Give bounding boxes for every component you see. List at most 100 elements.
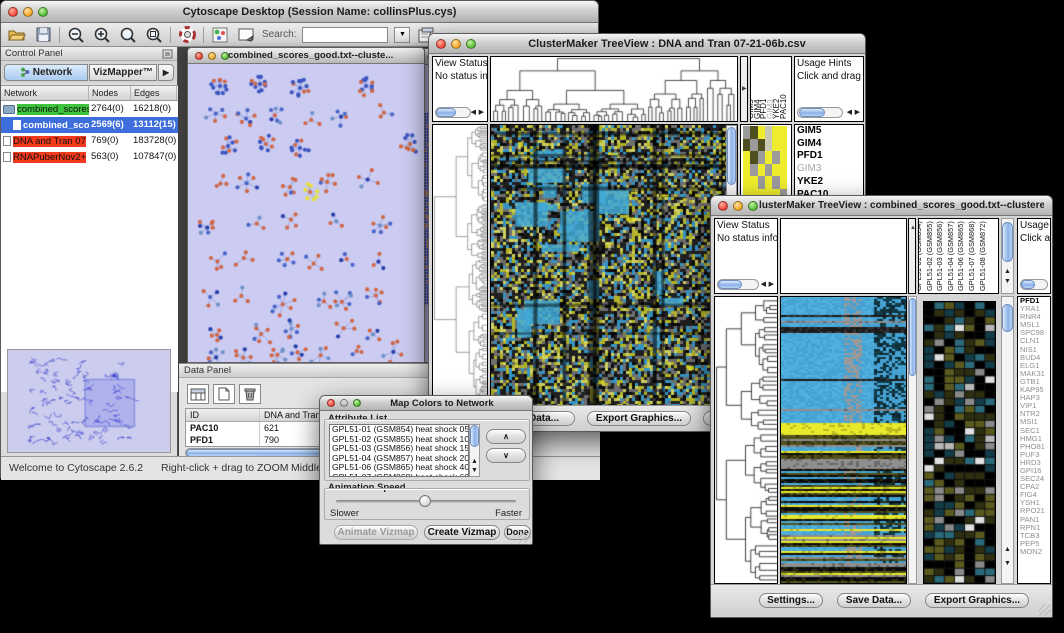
scroll-up-arrow[interactable]: ▲ [471, 458, 478, 466]
float-panel-icon[interactable] [162, 49, 173, 59]
attribute-list[interactable]: GPL51-01 (GSM854) heat shock 05 minGPL51… [329, 424, 469, 477]
network-canvas[interactable] [188, 64, 424, 362]
scroll-thumb[interactable] [718, 280, 742, 289]
gene-label[interactable]: PFD1 [795, 150, 863, 163]
scroll-up-arrow[interactable]: ▲ [1004, 546, 1011, 554]
heatmap-detail[interactable] [923, 301, 996, 584]
main-titlebar[interactable]: Cytoscape Desktop (Session Name: collins… [1, 1, 598, 23]
vizmap-icon[interactable] [210, 26, 230, 44]
network-tree-row[interactable]: DNA and Tran 07769(0)183728(0) [1, 133, 178, 149]
gene-vscrollbar[interactable] [1001, 296, 1014, 584]
zoom-fit-icon[interactable] [118, 26, 138, 44]
matrix-cell [772, 151, 779, 164]
close-button[interactable] [718, 201, 728, 211]
save-data-button[interactable]: Save Data... [837, 593, 911, 608]
open-folder-icon[interactable] [7, 26, 27, 44]
scroll-right-arrow[interactable]: ▶ [855, 109, 860, 117]
gene-label[interactable]: GIM3 [795, 163, 863, 176]
annotation-icon[interactable] [236, 26, 256, 44]
settings-button[interactable]: Settings... [759, 593, 823, 608]
scroll-right-arrow[interactable]: ▶ [479, 109, 484, 117]
save-icon[interactable] [33, 26, 53, 44]
faster-label: Faster [495, 508, 522, 519]
tab-vizmapper[interactable]: VizMapper™ [89, 64, 157, 81]
scroll-down-arrow[interactable]: ▼ [1004, 560, 1011, 568]
network-tree-row[interactable]: RNAPuberNov2+563(0)107847(0) [1, 149, 178, 165]
window-controls[interactable] [8, 1, 48, 22]
scroll-thumb[interactable] [1002, 304, 1013, 332]
scroll-down-arrow[interactable]: ▼ [1004, 278, 1011, 286]
gene-label[interactable]: YKE2 [795, 176, 863, 189]
help-lifesaver-icon[interactable] [177, 26, 197, 44]
heatmap-canvas[interactable] [491, 125, 726, 406]
trash-icon[interactable] [239, 384, 261, 404]
minimize-button[interactable] [451, 39, 461, 49]
minimize-button[interactable] [340, 399, 348, 407]
heatmap-global[interactable] [780, 296, 907, 584]
row-dendrogram[interactable] [714, 296, 778, 584]
export-graphics-button[interactable]: Export Graphics... [925, 593, 1029, 608]
scroll-left-arrow[interactable]: ◀ [761, 281, 766, 289]
tab-overflow-arrow[interactable]: ▶ [158, 64, 174, 81]
network-window-title: combined_scores_good.txt--cluste... [228, 48, 418, 63]
new-doc-icon[interactable] [213, 384, 235, 404]
gene-label[interactable]: GIM4 [795, 138, 863, 151]
hscrollbar[interactable]: ◀ ▶ [717, 278, 775, 291]
slider-thumb[interactable] [419, 495, 431, 507]
scroll-up-arrow[interactable]: ▲ [1004, 268, 1011, 276]
table-icon[interactable] [187, 384, 209, 404]
close-button[interactable] [8, 7, 18, 17]
splitter[interactable]: ▲ [908, 218, 916, 294]
attribute-list-item[interactable]: GPL51-07 (GSM868) heat shock 60 min [330, 473, 468, 477]
hscrollbar[interactable]: ◀ ▶ [797, 106, 861, 119]
scroll-left-arrow[interactable]: ◀ [471, 109, 476, 117]
scroll-thumb[interactable] [799, 108, 825, 117]
export-graphics-button[interactable]: Export Graphics... [587, 411, 691, 426]
treeview2-buttonbar: Settings... Save Data... Export Graphics… [711, 584, 1052, 617]
scroll-left-arrow[interactable]: ◀ [847, 109, 852, 117]
minimize-button[interactable] [733, 201, 743, 211]
minimize-button[interactable] [208, 52, 216, 60]
minimize-button[interactable] [23, 7, 33, 17]
gene-label[interactable]: GIM5 [795, 125, 863, 138]
animate-vizmap-button[interactable]: Animate Vizmap [334, 525, 418, 540]
scroll-thumb[interactable] [1021, 280, 1035, 289]
zoom-selected-icon[interactable] [144, 26, 164, 44]
close-button[interactable] [327, 399, 335, 407]
column-dendrogram[interactable] [490, 56, 738, 122]
scroll-right-arrow[interactable]: ▶ [769, 281, 774, 289]
move-up-button[interactable]: ∧ [486, 429, 526, 444]
zoom-button[interactable] [38, 7, 48, 17]
zoom-button[interactable] [748, 201, 758, 211]
create-vizmap-button[interactable]: Create Vizmap [424, 525, 500, 540]
close-button[interactable] [436, 39, 446, 49]
scroll-down-arrow[interactable]: ▼ [471, 467, 478, 475]
move-down-button[interactable]: ∨ [486, 448, 526, 463]
tab-network[interactable]: Network [4, 64, 88, 81]
gene-label[interactable]: MON2 [1018, 548, 1050, 556]
scroll-thumb[interactable] [909, 298, 916, 376]
zoom-button[interactable] [466, 39, 476, 49]
zoom-in-icon[interactable] [92, 26, 112, 44]
row-dendrogram[interactable] [432, 124, 488, 407]
close-button[interactable] [195, 52, 203, 60]
search-dropdown-button[interactable]: ▼ [394, 27, 410, 43]
scroll-thumb[interactable] [1002, 222, 1013, 262]
scroll-thumb[interactable] [470, 425, 479, 447]
zoom-heatmap-matrix[interactable] [743, 126, 787, 201]
network-tree-row[interactable]: combined_sco2569(6)13112(15) [1, 117, 178, 133]
doc-icon [3, 136, 11, 146]
hscrollbar[interactable] [1020, 278, 1048, 291]
birds-eye-view[interactable] [7, 349, 171, 453]
scroll-thumb[interactable] [436, 108, 456, 117]
heatmap-global[interactable]: ▲ ▼ [490, 124, 738, 407]
search-input[interactable] [302, 27, 388, 43]
resize-grip[interactable] [519, 531, 531, 543]
hscrollbar[interactable]: ◀ ▶ [435, 106, 485, 119]
scroll-thumb[interactable] [727, 127, 736, 185]
column-tree-panel[interactable] [780, 218, 907, 294]
resize-grip[interactable] [1039, 604, 1051, 616]
splitter[interactable]: ▶ [740, 56, 748, 122]
network-tree-row[interactable]: combined_scores2764(0)16218(0) [1, 101, 178, 117]
zoom-out-icon[interactable] [66, 26, 86, 44]
